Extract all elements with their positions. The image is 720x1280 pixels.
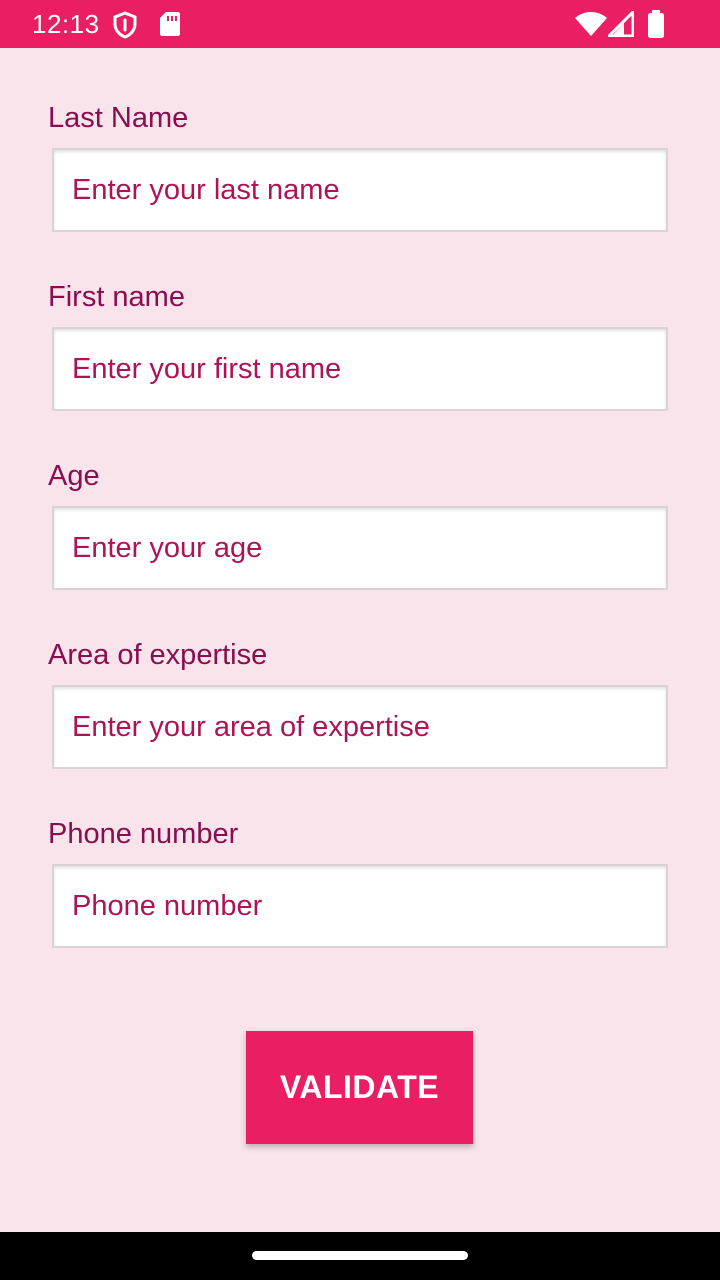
area-of-expertise-input[interactable] bbox=[72, 687, 652, 767]
area-of-expertise-field[interactable] bbox=[52, 685, 668, 769]
phone-number-input[interactable] bbox=[72, 866, 652, 946]
first-name-input[interactable] bbox=[72, 329, 652, 409]
cell-signal-icon bbox=[608, 11, 634, 37]
registration-form: Last Name First name Age Area of experti… bbox=[0, 48, 720, 1232]
battery-icon bbox=[648, 10, 664, 38]
phone-number-field[interactable] bbox=[52, 864, 668, 948]
age-input[interactable] bbox=[72, 508, 652, 588]
phone-number-label: Phone number bbox=[48, 818, 239, 850]
shield-icon bbox=[113, 11, 137, 39]
first-name-field[interactable] bbox=[52, 327, 668, 411]
last-name-field[interactable] bbox=[52, 148, 668, 232]
validate-button[interactable]: VALIDATE bbox=[246, 1031, 473, 1144]
status-time: 12:13 bbox=[32, 9, 100, 39]
navigation-bar bbox=[0, 1232, 720, 1280]
area-of-expertise-label: Area of expertise bbox=[48, 639, 268, 671]
first-name-label: First name bbox=[48, 281, 185, 313]
status-bar: 12:13 bbox=[0, 0, 720, 48]
sim-card-icon bbox=[160, 12, 180, 36]
age-field[interactable] bbox=[52, 506, 668, 590]
age-label: Age bbox=[48, 460, 100, 492]
last-name-label: Last Name bbox=[48, 102, 189, 134]
last-name-input[interactable] bbox=[72, 150, 652, 230]
wifi-icon bbox=[575, 12, 607, 36]
home-gesture-handle[interactable] bbox=[252, 1251, 468, 1260]
